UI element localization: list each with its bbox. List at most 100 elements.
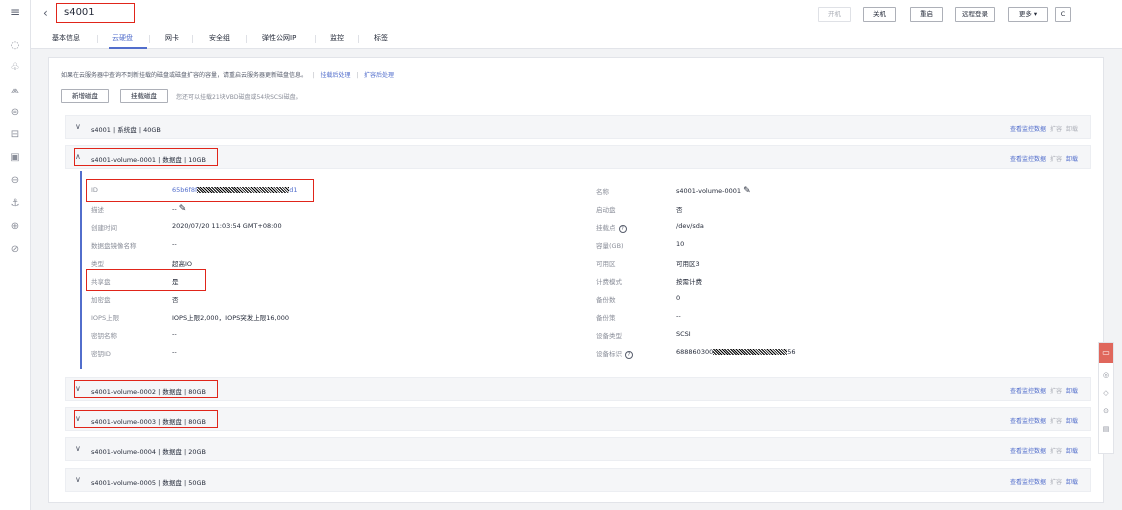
tab-divider [97,35,98,43]
back-icon[interactable]: ‹ [43,6,48,20]
encrypted-value: 否 [172,296,179,304]
expand-link[interactable]: 扩容 [1050,388,1062,395]
tab-security-group[interactable]: 安全组 [209,33,230,43]
detach-link[interactable]: 卸载 [1066,448,1078,455]
device-id-value: 688860300 56 [676,348,796,356]
detach-link[interactable]: 卸载 [1066,418,1078,425]
quota-hint: 您还可以挂载21块VBD磁盘或54块SCSI磁盘。 [176,94,302,101]
view-monitor-link[interactable]: 查看监控数据 [1010,448,1046,455]
disk-row[interactable]: ∨ s4001-volume-0005 | 数据盘 | 50GB 查看监控数据扩… [65,468,1091,492]
detach-link[interactable]: 卸载 [1066,479,1078,486]
name-value: s4001-volume-0001 ✎ [676,186,751,196]
key-id-label: 密钥ID [91,350,111,358]
edit-icon[interactable]: ✎ [743,186,751,196]
expand-link[interactable]: 扩容 [1050,479,1062,486]
remote-login-button[interactable]: 远程登录 [955,7,995,22]
expand-link[interactable]: 扩容 [1050,126,1062,133]
backup-count-value: 0 [676,294,681,302]
help-icon[interactable]: ⊙ [1102,407,1110,415]
cloud-icon[interactable]: ◌ [8,39,22,53]
chevron-down-icon[interactable]: ∨ [75,475,81,484]
tab-tags[interactable]: 标签 [374,33,388,43]
link-icon[interactable]: ⊖ [8,174,22,188]
feedback-icon[interactable]: ▭ [1099,343,1113,363]
disk-actions: 查看监控数据 扩容 卸载 [1010,446,1078,455]
service-icon[interactable]: ◇ [1102,389,1110,397]
menu-icon[interactable]: ≡ [8,5,22,19]
disk-row[interactable]: ∨ s4001 | 系统盘 | 40GB 查看监控数据 扩容 卸载 [65,115,1091,139]
metrics-icon[interactable]: ⩕ [8,84,22,98]
capacity-label: 容量(GB) [596,242,624,250]
anchor-icon[interactable]: ⚓ [8,197,22,211]
disk-row[interactable]: ∨ s4001-volume-0002 | 数据盘 | 80GB 查看监控数据扩… [65,377,1091,401]
detach-link[interactable]: 卸载 [1066,126,1078,133]
disk-actions: 查看监控数据 扩容 卸载 [1010,416,1078,425]
tab-nic[interactable]: 网卡 [165,33,179,43]
page-header: ‹ s4001 开机 关机 重启 远程登录 更多 ▾ C 基本信息 云硬盘 网卡… [31,0,1122,49]
backup-policy-label: 备份策 [596,314,616,322]
help-circle-icon[interactable]: ⊘ [8,243,22,257]
tab-monitor[interactable]: 监控 [330,33,344,43]
post-expand-link[interactable]: 扩容后处理 [364,72,394,79]
created-value: 2020/07/20 11:03:54 GMT+08:00 [172,222,282,230]
disk-row-expanded[interactable]: ∧ s4001-volume-0001 | 数据盘 | 10GB 查看监控数据扩… [65,145,1091,169]
view-monitor-link[interactable]: 查看监控数据 [1010,388,1046,395]
expand-link[interactable]: 扩容 [1050,418,1062,425]
new-disk-button[interactable]: 新增磁盘 [61,89,109,103]
description-text: -- [172,205,177,213]
billing-label: 计费模式 [596,278,622,286]
attach-disk-button[interactable]: 挂载磁盘 [120,89,168,103]
chat-icon[interactable]: ◎ [1102,371,1110,379]
key-id-value: -- [172,348,177,356]
type-value: 超高IO [172,260,193,268]
expand-link[interactable]: 扩容 [1050,448,1062,455]
disk-title: s4001-volume-0004 | 数据盘 | 20GB [91,448,206,456]
disk-row[interactable]: ∨ s4001-volume-0003 | 数据盘 | 80GB 查看监控数据扩… [65,407,1091,431]
disk-actions: 查看监控数据 扩容 卸载 [1010,477,1078,486]
name-text: s4001-volume-0001 [676,187,742,195]
mount-label-text: 挂载点 [596,224,616,232]
boot-label: 启动盘 [596,206,616,214]
tab-eip[interactable]: 弹性公网IP [262,33,296,43]
floating-toolbar: ▭ ◎ ◇ ⊙ ▤ [1098,342,1114,454]
notes-icon[interactable]: ▤ [1102,425,1110,433]
start-button[interactable]: 开机 [818,7,851,22]
device-type-label: 设备类型 [596,332,622,340]
globe-icon[interactable]: ⊕ [8,220,22,234]
backup-policy-value: -- [676,312,681,320]
tab-basic-info[interactable]: 基本信息 [52,33,80,43]
refresh-button[interactable]: C [1055,7,1071,22]
edit-icon[interactable]: ✎ [179,204,187,214]
disk-row[interactable]: ∨ s4001-volume-0004 | 数据盘 | 20GB 查看监控数据扩… [65,437,1091,461]
view-monitor-link[interactable]: 查看监控数据 [1010,418,1046,425]
view-monitor-link[interactable]: 查看监控数据 [1010,126,1046,133]
help-icon[interactable]: ? [625,351,633,359]
expand-link[interactable]: 扩容 [1050,156,1062,163]
disk-actions: 查看监控数据 扩容 卸载 [1010,124,1078,133]
more-button[interactable]: 更多 ▾ [1008,7,1048,22]
page-title: s4001 [64,7,95,18]
document-icon[interactable]: ▣ [8,151,22,165]
tab-divider [315,35,316,43]
shutdown-button[interactable]: 关机 [863,7,896,22]
created-label: 创建时间 [91,224,117,232]
tab-divider [149,35,150,43]
chevron-down-icon[interactable]: ∨ [75,122,81,131]
highlight-box [74,148,218,166]
group-icon[interactable]: ♧ [8,61,22,75]
tab-cloud-disk[interactable]: 云硬盘 [112,33,133,43]
list-icon[interactable]: ⊟ [8,128,22,142]
type-label: 类型 [91,260,104,268]
view-monitor-link[interactable]: 查看监控数据 [1010,479,1046,486]
disk-icon[interactable]: ⊜ [8,106,22,120]
post-attach-link[interactable]: 挂载后处理 [321,72,351,79]
highlight-box [74,410,218,428]
view-monitor-link[interactable]: 查看监控数据 [1010,156,1046,163]
disk-actions: 查看监控数据 扩容 卸载 [1010,386,1078,395]
help-icon[interactable]: ? [618,225,627,233]
chevron-down-icon[interactable]: ∨ [75,444,81,453]
restart-button[interactable]: 重启 [910,7,943,22]
detach-link[interactable]: 卸载 [1066,156,1078,163]
left-sidebar: ≡ ◌ ♧ ⩕ ⊜ ⊟ ▣ ⊖ ⚓ ⊕ ⊘ [0,0,31,510]
detach-link[interactable]: 卸载 [1066,388,1078,395]
